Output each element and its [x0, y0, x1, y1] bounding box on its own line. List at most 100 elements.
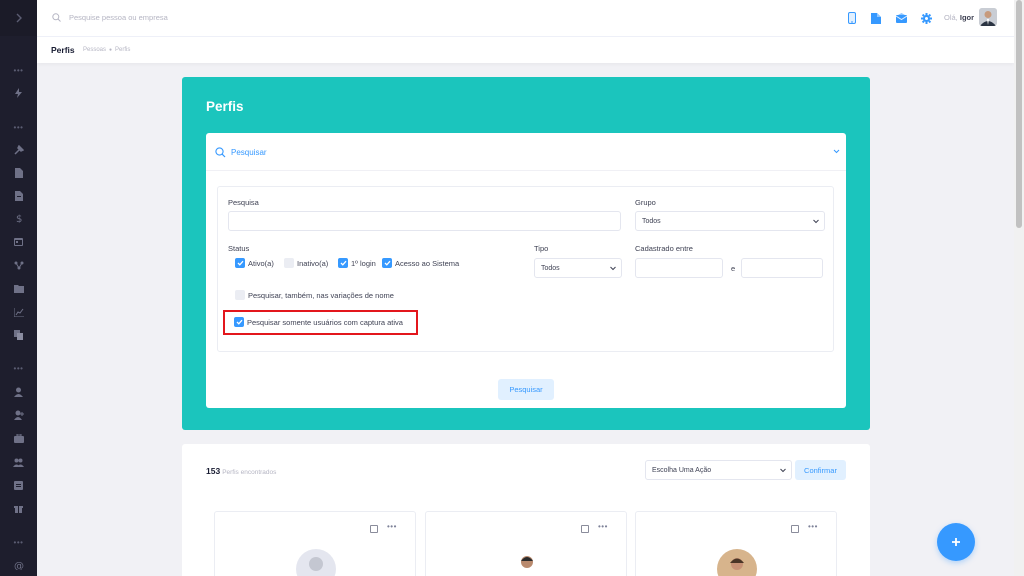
- status-acesso-checkbox[interactable]: [382, 258, 392, 268]
- document-icon: [14, 168, 23, 178]
- pesquisa-input[interactable]: [228, 211, 621, 231]
- profile-select-checkbox[interactable]: [791, 525, 799, 533]
- profile-avatar: [507, 549, 547, 576]
- avatar[interactable]: [979, 8, 997, 26]
- plus-icon: [952, 538, 960, 546]
- sidebar-toggle-button[interactable]: [0, 0, 37, 36]
- sidebar-item-file[interactable]: [0, 189, 37, 203]
- sidebar-item-calendar[interactable]: [0, 234, 37, 248]
- variations-label: Pesquisar, também, nas variações de nome: [248, 291, 394, 300]
- pesquisa-label: Pesquisa: [228, 198, 259, 207]
- chevron-down-icon: [813, 219, 819, 224]
- more-options-icon[interactable]: •••: [598, 522, 608, 531]
- chevron-down-icon: [833, 149, 840, 154]
- check-icon: [340, 260, 346, 266]
- profile-select-checkbox[interactable]: [581, 525, 589, 533]
- sidebar-item-flash[interactable]: [0, 86, 37, 100]
- status-ativo-label: Ativo(a): [248, 259, 274, 268]
- sidebar-item-gift[interactable]: [0, 501, 37, 515]
- tipo-select-value: Todos: [541, 264, 560, 272]
- sidebar-item-add-user[interactable]: [0, 408, 37, 422]
- at-sign-icon: @: [14, 561, 24, 570]
- action-select[interactable]: Escolha Uma Ação: [645, 460, 792, 480]
- breadcrumb-separator: ●: [109, 47, 113, 53]
- breadcrumb-item[interactable]: Pessoas: [83, 47, 106, 53]
- copy-icon: [14, 330, 23, 340]
- network-icon: [14, 261, 23, 269]
- profile-avatar: [717, 549, 757, 576]
- scrollbar-thumb[interactable]: [1016, 0, 1022, 228]
- sidebar-section-dots: •••: [13, 66, 24, 75]
- profile-select-checkbox[interactable]: [370, 525, 378, 533]
- cadastrado-start-input[interactable]: [635, 258, 723, 278]
- header: Pesquise pessoa ou empresa: [37, 0, 1014, 36]
- mail-icon[interactable]: [894, 11, 908, 25]
- profile-avatar-placeholder: [296, 549, 336, 576]
- sidebar-item-chart[interactable]: [0, 305, 37, 319]
- add-button[interactable]: [937, 523, 975, 561]
- profile-card[interactable]: •••: [214, 511, 416, 576]
- breadcrumb: Pessoas ● Perfis: [83, 47, 130, 53]
- confirm-button[interactable]: Confirmar: [795, 460, 846, 480]
- search-panel: Pesquisar Pesquisa Grupo Todos Status At…: [206, 133, 846, 408]
- sidebar-item-document[interactable]: [0, 166, 37, 180]
- sidebar-item-network[interactable]: [0, 258, 37, 272]
- mobile-icon[interactable]: [845, 11, 859, 25]
- search-panel-title: Pesquisar: [231, 148, 267, 157]
- sidebar-item-folder[interactable]: [0, 282, 37, 296]
- add-user-icon: [13, 410, 24, 420]
- status-label: Status: [228, 244, 250, 253]
- variations-checkbox[interactable]: [235, 290, 245, 300]
- status-primeiro-login-checkbox[interactable]: [338, 258, 348, 268]
- subheader: Perfis Pessoas ● Perfis: [37, 36, 1014, 63]
- gear-icon[interactable]: [919, 11, 933, 25]
- sidebar-item-user[interactable]: [0, 385, 37, 399]
- user-icon: [14, 387, 23, 397]
- action-select-value: Escolha Uma Ação: [652, 466, 712, 474]
- status-inativo-checkbox[interactable]: [284, 258, 294, 268]
- cadastrado-end-input[interactable]: [741, 258, 823, 278]
- user-greeting[interactable]: Olá, Igor: [944, 13, 974, 22]
- dollar-icon: $: [16, 214, 22, 223]
- grupo-select[interactable]: Todos: [635, 211, 825, 231]
- breadcrumb-item[interactable]: Perfis: [115, 47, 130, 53]
- sidebar-item-at[interactable]: @: [0, 558, 37, 572]
- calendar-icon: [14, 237, 23, 246]
- chevron-down-icon: [610, 266, 616, 271]
- card-title: Perfis: [206, 99, 244, 114]
- status-acesso-label: Acesso ao Sistema: [395, 259, 460, 268]
- tipo-select[interactable]: Todos: [534, 258, 622, 278]
- id-card-icon: [14, 480, 23, 490]
- flash-icon: [15, 88, 22, 98]
- svg-text:$: $: [16, 214, 22, 223]
- more-options-icon[interactable]: •••: [808, 522, 818, 531]
- sidebar-item-finance[interactable]: $: [0, 211, 37, 225]
- search-card: Perfis Pesquisar Pesquisa Grupo Todos St…: [182, 77, 870, 430]
- sidebar-item-tools[interactable]: [0, 143, 37, 157]
- results-count: 153 Perfis encontrados: [206, 466, 277, 476]
- file-icon[interactable]: [869, 11, 883, 25]
- search-icon: [215, 147, 226, 158]
- profile-card[interactable]: •••: [425, 511, 627, 576]
- sidebar-item-copy[interactable]: [0, 328, 37, 342]
- page-scrollbar[interactable]: [1014, 0, 1024, 576]
- check-icon: [384, 260, 390, 266]
- profile-card[interactable]: •••: [635, 511, 837, 576]
- grupo-select-value: Todos: [642, 217, 661, 225]
- sidebar-item-group[interactable]: [0, 455, 37, 469]
- group-icon: [13, 458, 24, 467]
- more-options-icon[interactable]: •••: [387, 522, 397, 531]
- svg-text:@: @: [14, 561, 24, 570]
- tipo-label: Tipo: [534, 244, 549, 253]
- search-panel-toggle[interactable]: Pesquisar: [206, 133, 846, 171]
- highlight-box: [223, 310, 418, 335]
- file-icon: [14, 191, 23, 201]
- briefcase-icon: [13, 433, 24, 443]
- status-primeiro-login-label: 1º login: [351, 259, 376, 268]
- search-submit-button[interactable]: Pesquisar: [498, 379, 554, 400]
- search-input[interactable]: Pesquise pessoa ou empresa: [69, 13, 168, 22]
- chevron-right-icon: [16, 13, 22, 23]
- sidebar-item-briefcase[interactable]: [0, 431, 37, 445]
- status-ativo-checkbox[interactable]: [235, 258, 245, 268]
- sidebar-item-card[interactable]: [0, 478, 37, 492]
